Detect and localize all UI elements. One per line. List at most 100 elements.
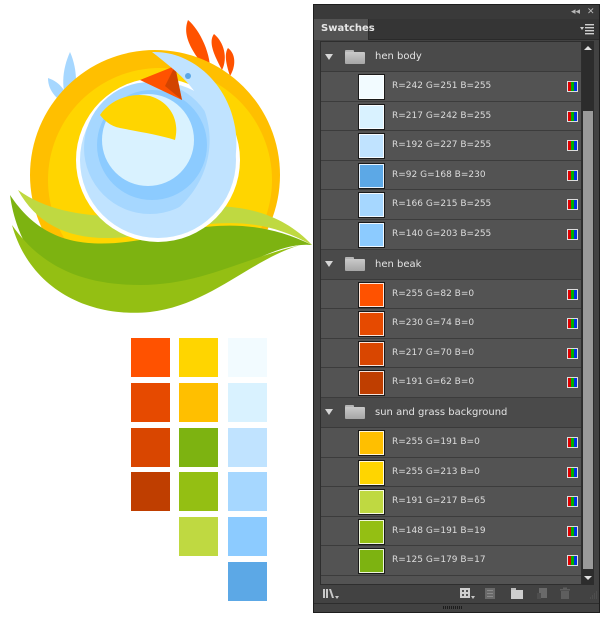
rgb-mode-icon (567, 199, 578, 211)
panel-tabbar: Swatches (314, 19, 599, 40)
folder-icon (345, 405, 365, 420)
swatch-name: R=192 G=227 B=255 (392, 140, 492, 151)
disclosure-triangle-icon[interactable] (325, 261, 333, 268)
new-color-group-icon[interactable] (510, 587, 524, 600)
swatch-row[interactable]: R=255 G=213 B=0 (321, 458, 581, 488)
swatch-color-box[interactable] (358, 311, 385, 338)
rgb-mode-icon (567, 496, 578, 508)
disclosure-triangle-icon[interactable] (325, 409, 333, 416)
panel-titlebar[interactable]: ◂◂ ✕ (314, 5, 599, 20)
swatch-name: R=255 G=213 B=0 (392, 466, 480, 477)
swatch-color-box[interactable] (358, 459, 385, 486)
palette-chip (228, 382, 267, 422)
new-swatch-icon[interactable] (536, 587, 548, 600)
swatch-row[interactable]: R=255 G=82 B=0 (321, 280, 581, 310)
panel-resize-bar[interactable] (314, 603, 599, 613)
rgb-mode-icon (567, 347, 578, 359)
close-icon[interactable]: ✕ (587, 5, 595, 19)
grip-dots-icon (443, 606, 463, 609)
swatch-color-box[interactable] (358, 133, 385, 160)
tab-swatches[interactable]: Swatches (314, 19, 375, 40)
swatch-color-box[interactable] (358, 548, 385, 575)
swatch-row[interactable]: R=192 G=227 B=255 (321, 131, 581, 161)
swatch-color-box[interactable] (358, 281, 385, 308)
rgb-mode-icon (567, 436, 578, 448)
swatch-name: R=191 G=217 B=65 (392, 496, 486, 507)
swatch-row[interactable]: R=140 G=203 B=255 (321, 220, 581, 250)
swatch-row[interactable]: R=92 G=168 B=230 (321, 161, 581, 191)
swatch-name: R=125 G=179 B=17 (392, 555, 486, 566)
swatch-name: R=255 G=191 B=0 (392, 436, 480, 447)
swatch-row[interactable]: R=125 G=179 B=17 (321, 546, 581, 576)
scroll-thumb[interactable] (583, 111, 593, 569)
palette-chip (228, 472, 267, 512)
color-group-row[interactable]: sun and grass background (321, 397, 581, 428)
rgb-mode-icon (567, 140, 578, 152)
panel-bottom-toolbar (314, 585, 599, 603)
rgb-mode-icon (567, 377, 578, 389)
rgb-mode-icon (567, 318, 578, 330)
palette-chip (179, 517, 218, 557)
color-group-row[interactable]: hen beak (321, 249, 581, 280)
palette-chip (179, 338, 218, 377)
scroll-up-button[interactable] (582, 41, 594, 55)
swatch-row[interactable]: R=242 G=251 B=255 (321, 72, 581, 102)
rgb-mode-icon (567, 169, 578, 181)
palette-chip (179, 427, 218, 467)
palette-chip (179, 472, 218, 512)
swatch-color-box[interactable] (358, 489, 385, 516)
swatches-panel: ◂◂ ✕ Swatches hen body R=242 G=251 B=255 R… (313, 4, 600, 613)
swatch-color-box[interactable] (358, 221, 385, 248)
swatch-name: R=92 G=168 B=230 (392, 169, 486, 180)
panel-menu-icon[interactable] (579, 21, 595, 35)
palette-chip (228, 562, 267, 601)
palette-chip (131, 427, 170, 467)
swatch-row[interactable]: R=191 G=62 B=0 (321, 368, 581, 398)
rgb-mode-icon (567, 555, 578, 567)
rgb-mode-icon (567, 288, 578, 300)
swatch-libraries-icon[interactable] (322, 587, 340, 600)
swatch-color-box[interactable] (358, 192, 385, 219)
color-group-name: hen body (375, 51, 422, 62)
swatch-options-icon[interactable] (484, 587, 496, 600)
palette-chip (179, 382, 218, 422)
swatch-color-box[interactable] (358, 370, 385, 397)
swatch-color-box[interactable] (358, 340, 385, 367)
swatch-color-box[interactable] (358, 74, 385, 100)
folder-icon (345, 257, 365, 272)
swatch-name: R=242 G=251 B=255 (392, 81, 492, 91)
swatch-row[interactable]: R=166 G=215 B=255 (321, 190, 581, 220)
scrollbar[interactable] (582, 41, 594, 585)
swatch-row[interactable]: R=255 G=191 B=0 (321, 428, 581, 458)
rgb-mode-icon (567, 81, 578, 92)
palette-chip (228, 338, 267, 377)
swatch-row[interactable]: R=217 G=70 B=0 (321, 339, 581, 369)
arrow-up-icon (584, 46, 592, 50)
palette-chip (228, 427, 267, 467)
swatch-color-box[interactable] (358, 162, 385, 189)
double-chevron-left-icon[interactable]: ◂◂ (571, 5, 580, 19)
swatch-color-box[interactable] (358, 103, 385, 130)
palette-chip (131, 382, 170, 422)
show-kinds-icon[interactable] (459, 587, 476, 600)
swatch-color-box[interactable] (358, 518, 385, 545)
scroll-down-button[interactable] (582, 571, 594, 585)
swatch-color-box[interactable] (358, 429, 385, 456)
disclosure-triangle-icon[interactable] (325, 53, 333, 60)
swatch-row[interactable]: R=217 G=242 B=255 (321, 102, 581, 132)
palette-chip (131, 472, 170, 512)
resize-grip-icon[interactable] (586, 589, 598, 602)
palette-chip (131, 338, 170, 377)
rgb-mode-icon (567, 110, 578, 122)
swatch-row[interactable]: R=230 G=74 B=0 (321, 309, 581, 339)
delete-swatch-icon[interactable] (559, 587, 571, 600)
swatch-name: R=255 G=82 B=0 (392, 288, 475, 299)
rgb-mode-icon (567, 525, 578, 537)
color-group-row[interactable]: hen body (321, 42, 581, 72)
palette-chip (228, 517, 267, 557)
palette-chips (0, 0, 315, 617)
arrow-down-icon (584, 576, 592, 580)
swatch-row[interactable]: R=191 G=217 B=65 (321, 487, 581, 517)
swatch-row[interactable]: R=148 G=191 B=19 (321, 517, 581, 547)
swatch-name: R=191 G=62 B=0 (392, 377, 475, 388)
